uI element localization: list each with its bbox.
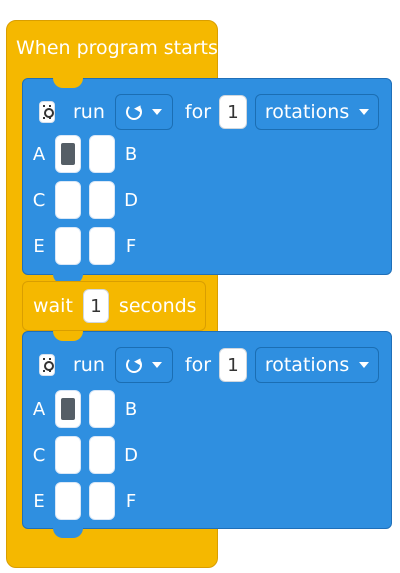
port-a[interactable]	[55, 135, 81, 173]
port-label-e: E	[33, 235, 45, 257]
port-label-a: A	[32, 398, 46, 420]
port-b[interactable]	[89, 135, 115, 173]
run-label: run	[73, 354, 105, 376]
for-label: for	[184, 101, 212, 123]
motor-icon	[39, 101, 55, 123]
run-label: run	[73, 101, 105, 123]
motor-run-block-2[interactable]: run for 1 rotations A B C D E F	[22, 331, 392, 538]
port-label-e: E	[33, 490, 45, 512]
port-label-b: B	[124, 143, 138, 165]
port-label-f: F	[125, 490, 137, 512]
port-label-c: C	[32, 189, 46, 211]
unit-dropdown[interactable]: rotations	[255, 347, 380, 383]
port-label-f: F	[125, 235, 137, 257]
chevron-down-icon	[359, 109, 370, 115]
rotation-count-input[interactable]: 1	[219, 348, 248, 382]
motor-icon	[39, 354, 55, 376]
port-label-b: B	[124, 398, 138, 420]
unit-dropdown[interactable]: rotations	[255, 94, 380, 130]
unit-label: rotations	[264, 101, 350, 123]
motor-run-block-1[interactable]: run for 1 rotations A B C D E F	[22, 78, 392, 284]
selected-port-indicator	[61, 398, 75, 420]
port-d[interactable]	[89, 181, 115, 219]
direction-dropdown[interactable]	[114, 94, 173, 130]
port-label-a: A	[32, 143, 46, 165]
for-label: for	[184, 354, 212, 376]
block-notch	[53, 331, 83, 341]
wait-block[interactable]: wait 1 seconds	[22, 281, 206, 331]
port-label-d: D	[124, 189, 138, 211]
rotation-count-input[interactable]: 1	[219, 95, 248, 129]
seconds-label: seconds	[118, 295, 197, 317]
selected-port-indicator	[61, 143, 75, 165]
port-f[interactable]	[89, 482, 115, 520]
port-f[interactable]	[89, 227, 115, 265]
unit-label: rotations	[264, 354, 350, 376]
hat-title: When program starts	[16, 37, 218, 59]
port-a[interactable]	[55, 390, 81, 428]
port-c[interactable]	[55, 436, 81, 474]
block-notch	[53, 78, 83, 88]
chevron-down-icon	[359, 362, 370, 368]
port-c[interactable]	[55, 181, 81, 219]
chevron-down-icon	[151, 362, 162, 368]
rotate-clockwise-icon	[125, 357, 142, 373]
port-label-c: C	[32, 444, 46, 466]
port-b[interactable]	[89, 390, 115, 428]
wait-seconds-input[interactable]: 1	[82, 289, 109, 323]
port-label-d: D	[124, 444, 138, 466]
chevron-down-icon	[151, 109, 162, 115]
rotate-clockwise-icon	[125, 104, 142, 120]
port-d[interactable]	[89, 436, 115, 474]
direction-dropdown[interactable]	[114, 347, 173, 383]
wait-label: wait	[33, 295, 73, 317]
port-e[interactable]	[55, 227, 81, 265]
port-e[interactable]	[55, 482, 81, 520]
